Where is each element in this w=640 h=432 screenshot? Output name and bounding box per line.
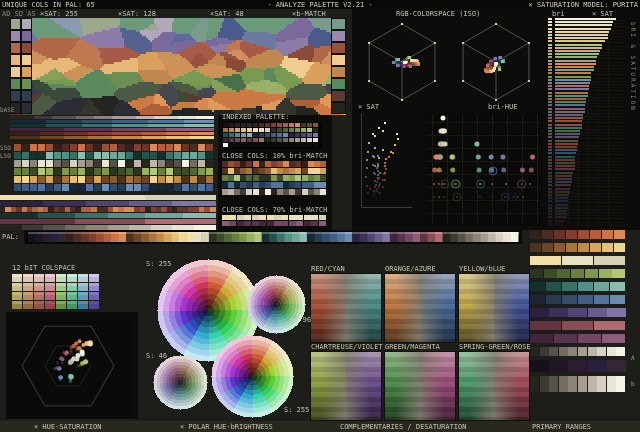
status-bar: × HUE-SATURATION × POLAR HUE-bRIGHTNESS … (0, 421, 640, 432)
comp-half (311, 352, 346, 420)
pal-label: PAL: (2, 233, 19, 241)
primary-ranges-bars (530, 230, 628, 416)
comp-half (385, 352, 420, 420)
close-cols-10-label: CLOSE COLS: 10% bri-MATCH (222, 152, 328, 160)
comp-label: ORANGE/AZURE (385, 265, 436, 273)
indexed-palette-title: INDEXED PALETTE: (222, 113, 290, 121)
range-group-a-label: A (631, 355, 635, 362)
colspace-tiles (12, 274, 102, 312)
bri-hue-scatter-label: bri-HUE (488, 103, 518, 111)
comp-half (420, 274, 455, 342)
comp-cell-green-magenta: GREEN/MAGENTA (384, 343, 456, 421)
comp-half (311, 274, 346, 342)
comp-panel (458, 273, 530, 343)
bri-saturation-side-label: bRI & SATURATION (629, 22, 636, 112)
hue-saturation-toggle[interactable]: × HUE-SATURATION (34, 423, 101, 431)
comp-label: CHARTREUSE/VIOLET (311, 343, 383, 351)
sphere-label-96: S: 96 (290, 316, 312, 324)
rgb-cube-right (452, 20, 540, 104)
sat-48-toggle[interactable]: ×SAT: 48 (210, 10, 244, 18)
comp-half (385, 274, 420, 342)
close-cols-10-strips (222, 161, 326, 195)
base-row-label: bASE (0, 107, 15, 114)
hue-saturation-hex (8, 314, 134, 418)
comp-half (420, 352, 455, 420)
comp-label: YELLOW/bLUE (459, 265, 506, 273)
sat-128-toggle[interactable]: ×SAT: 128 (118, 10, 156, 18)
comp-label: RED/CYAN (311, 265, 345, 273)
ramp-strips (0, 116, 216, 230)
sphere-label-255a: S: 255 (146, 260, 172, 268)
primary-ranges-section-label: PRIMARY RANGES (532, 423, 592, 431)
sat-scatter-label[interactable]: × SAT (358, 103, 379, 111)
comp-half (346, 352, 381, 420)
comp-half (459, 352, 494, 420)
xsat-column-toggle[interactable]: × SAT (592, 10, 613, 18)
pal-strip[interactable] (26, 231, 520, 243)
comp-cell-yellow-blue: YELLOW/bLUE (458, 265, 530, 343)
comp-half (494, 352, 529, 420)
bri-column-label: bri (552, 10, 565, 18)
sphere-label-46: S: 46 (146, 352, 168, 360)
rgb-colorspace-title: RGB-COLORSPACE (ISO) (396, 10, 481, 18)
sat-scatter (356, 112, 414, 212)
close-cols-70-strips (222, 215, 326, 227)
comp-cell-red-cyan: RED/CYAN (310, 265, 382, 343)
sphere-label-255b: S: 255 (284, 406, 310, 414)
bri-sat-bars (548, 18, 624, 226)
comp-half (459, 274, 494, 342)
title-bar: UNIQUE COLS IN PAL: 65 - ANALYZE PALETTE… (0, 0, 640, 9)
comp-cell-chartreuse-violet: CHARTREUSE/VIOLET (310, 343, 383, 421)
bri-hue-scatter (424, 112, 542, 226)
close-cols-70-label: CLOSE COLS: 70% bri-MATCH (222, 206, 328, 214)
comp-label: GREEN/MAGENTA (385, 343, 440, 351)
complementaries-grid: RED/CYAN ORANGE/AZURE YELLOW/bLUE CHARTREUS… (310, 265, 533, 421)
comp-panel (384, 351, 456, 421)
mode-flags[interactable]: AD SD AS (2, 10, 36, 18)
b-match-toggle[interactable]: ×b-MATCH (292, 10, 326, 18)
comp-panel (458, 351, 530, 421)
complementaries-section-label: COMPLEMENTARIES / DESATURATION (340, 423, 467, 431)
sso-row-label: SSO (0, 145, 11, 152)
polar-hue-brightness-toggle[interactable]: × POLAR HUE-bRIGHTNESS (180, 423, 273, 431)
comp-cell-spring-green-rose: SPRING-GREEN/ROSE (458, 343, 531, 421)
comp-half (346, 274, 381, 342)
sat-255-toggle[interactable]: ×SAT: 255 (40, 10, 78, 18)
comp-label: SPRING-GREEN/ROSE (459, 343, 531, 351)
lso-row-label: LSO (0, 153, 11, 160)
comp-half (494, 274, 529, 342)
comp-panel (310, 351, 382, 421)
colspace-label: 12 bIT COLSPACE (12, 264, 76, 272)
color-region-map (10, 18, 346, 115)
comp-panel (384, 273, 456, 343)
range-group-b-label: b (631, 381, 635, 388)
polar-hue-brightness-spheres (140, 256, 316, 420)
comp-cell-orange-azure: ORANGE/AZURE (384, 265, 456, 343)
saturation-model-label[interactable]: × SATURATION MODEL: PURITA (528, 1, 638, 9)
rgb-cube-left (358, 20, 446, 104)
indexed-palette-swatches[interactable] (222, 122, 322, 149)
comp-panel (310, 273, 382, 343)
